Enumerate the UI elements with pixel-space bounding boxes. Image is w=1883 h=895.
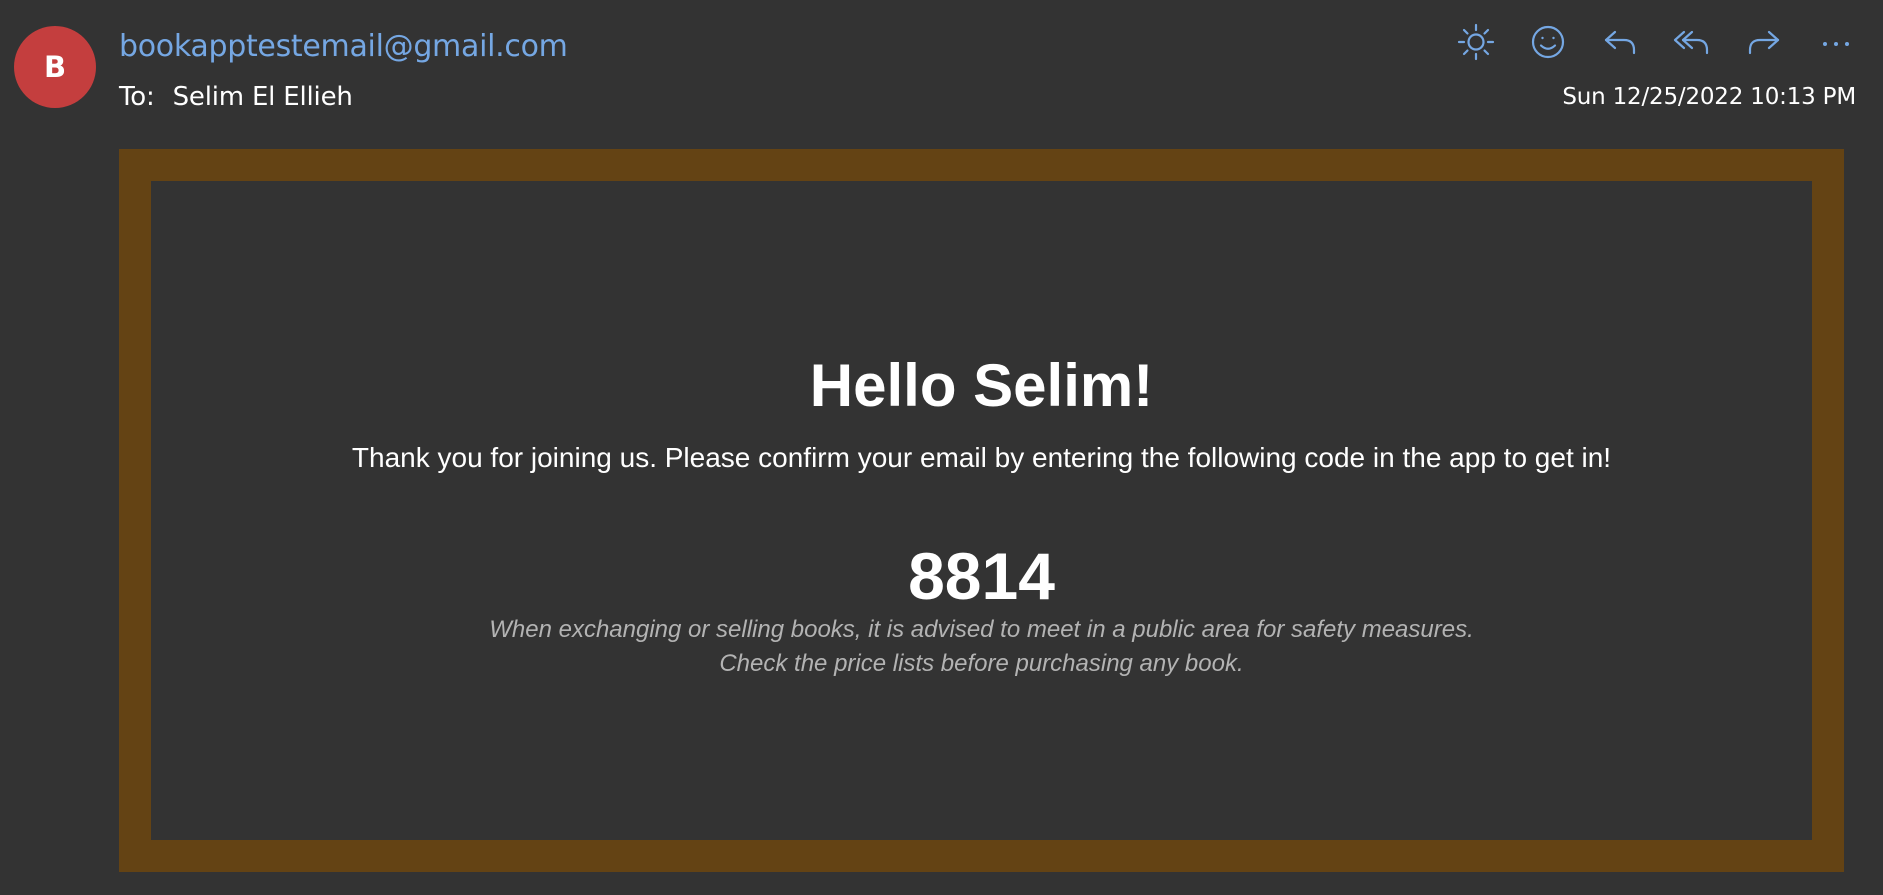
more-icon (1823, 42, 1849, 46)
forward-icon (1748, 30, 1780, 55)
reply-button[interactable] (1584, 18, 1656, 66)
reply-all-button[interactable] (1656, 18, 1728, 66)
received-date: Sun 12/25/2022 10:13 PM (1562, 84, 1856, 110)
switch-background-button[interactable] (1440, 18, 1512, 66)
to-label: To: (119, 82, 155, 112)
safety-notice-line: When exchanging or selling books, it is … (489, 616, 1474, 643)
sender-avatar[interactable]: B (14, 26, 96, 108)
sender-email[interactable]: bookapptestemail@gmail.com (119, 29, 568, 64)
avatar-initial: B (43, 50, 67, 84)
email-body: Hello Selim! Thank you for joining us. P… (151, 181, 1812, 840)
forward-button[interactable] (1728, 18, 1800, 66)
react-button[interactable] (1512, 18, 1584, 66)
safety-notice: When exchanging or selling books, it is … (151, 613, 1812, 681)
greeting-heading: Hello Selim! (809, 352, 1154, 419)
reply-all-icon (1673, 30, 1709, 55)
recipient-name[interactable]: Selim El Ellieh (173, 82, 353, 112)
reply-icon (1604, 30, 1636, 55)
verification-code: 8814 (908, 539, 1055, 613)
price-notice-line: Check the price lists before purchasing … (719, 650, 1244, 677)
more-actions-button[interactable] (1800, 18, 1872, 66)
sun-icon (1457, 23, 1495, 61)
recipient-line: To: Selim El Ellieh (119, 82, 353, 112)
confirmation-message: Thank you for joining us. Please confirm… (351, 442, 1612, 473)
smiley-icon (1531, 25, 1565, 59)
email-body-frame: Hello Selim! Thank you for joining us. P… (119, 149, 1844, 872)
message-toolbar (1440, 18, 1872, 66)
